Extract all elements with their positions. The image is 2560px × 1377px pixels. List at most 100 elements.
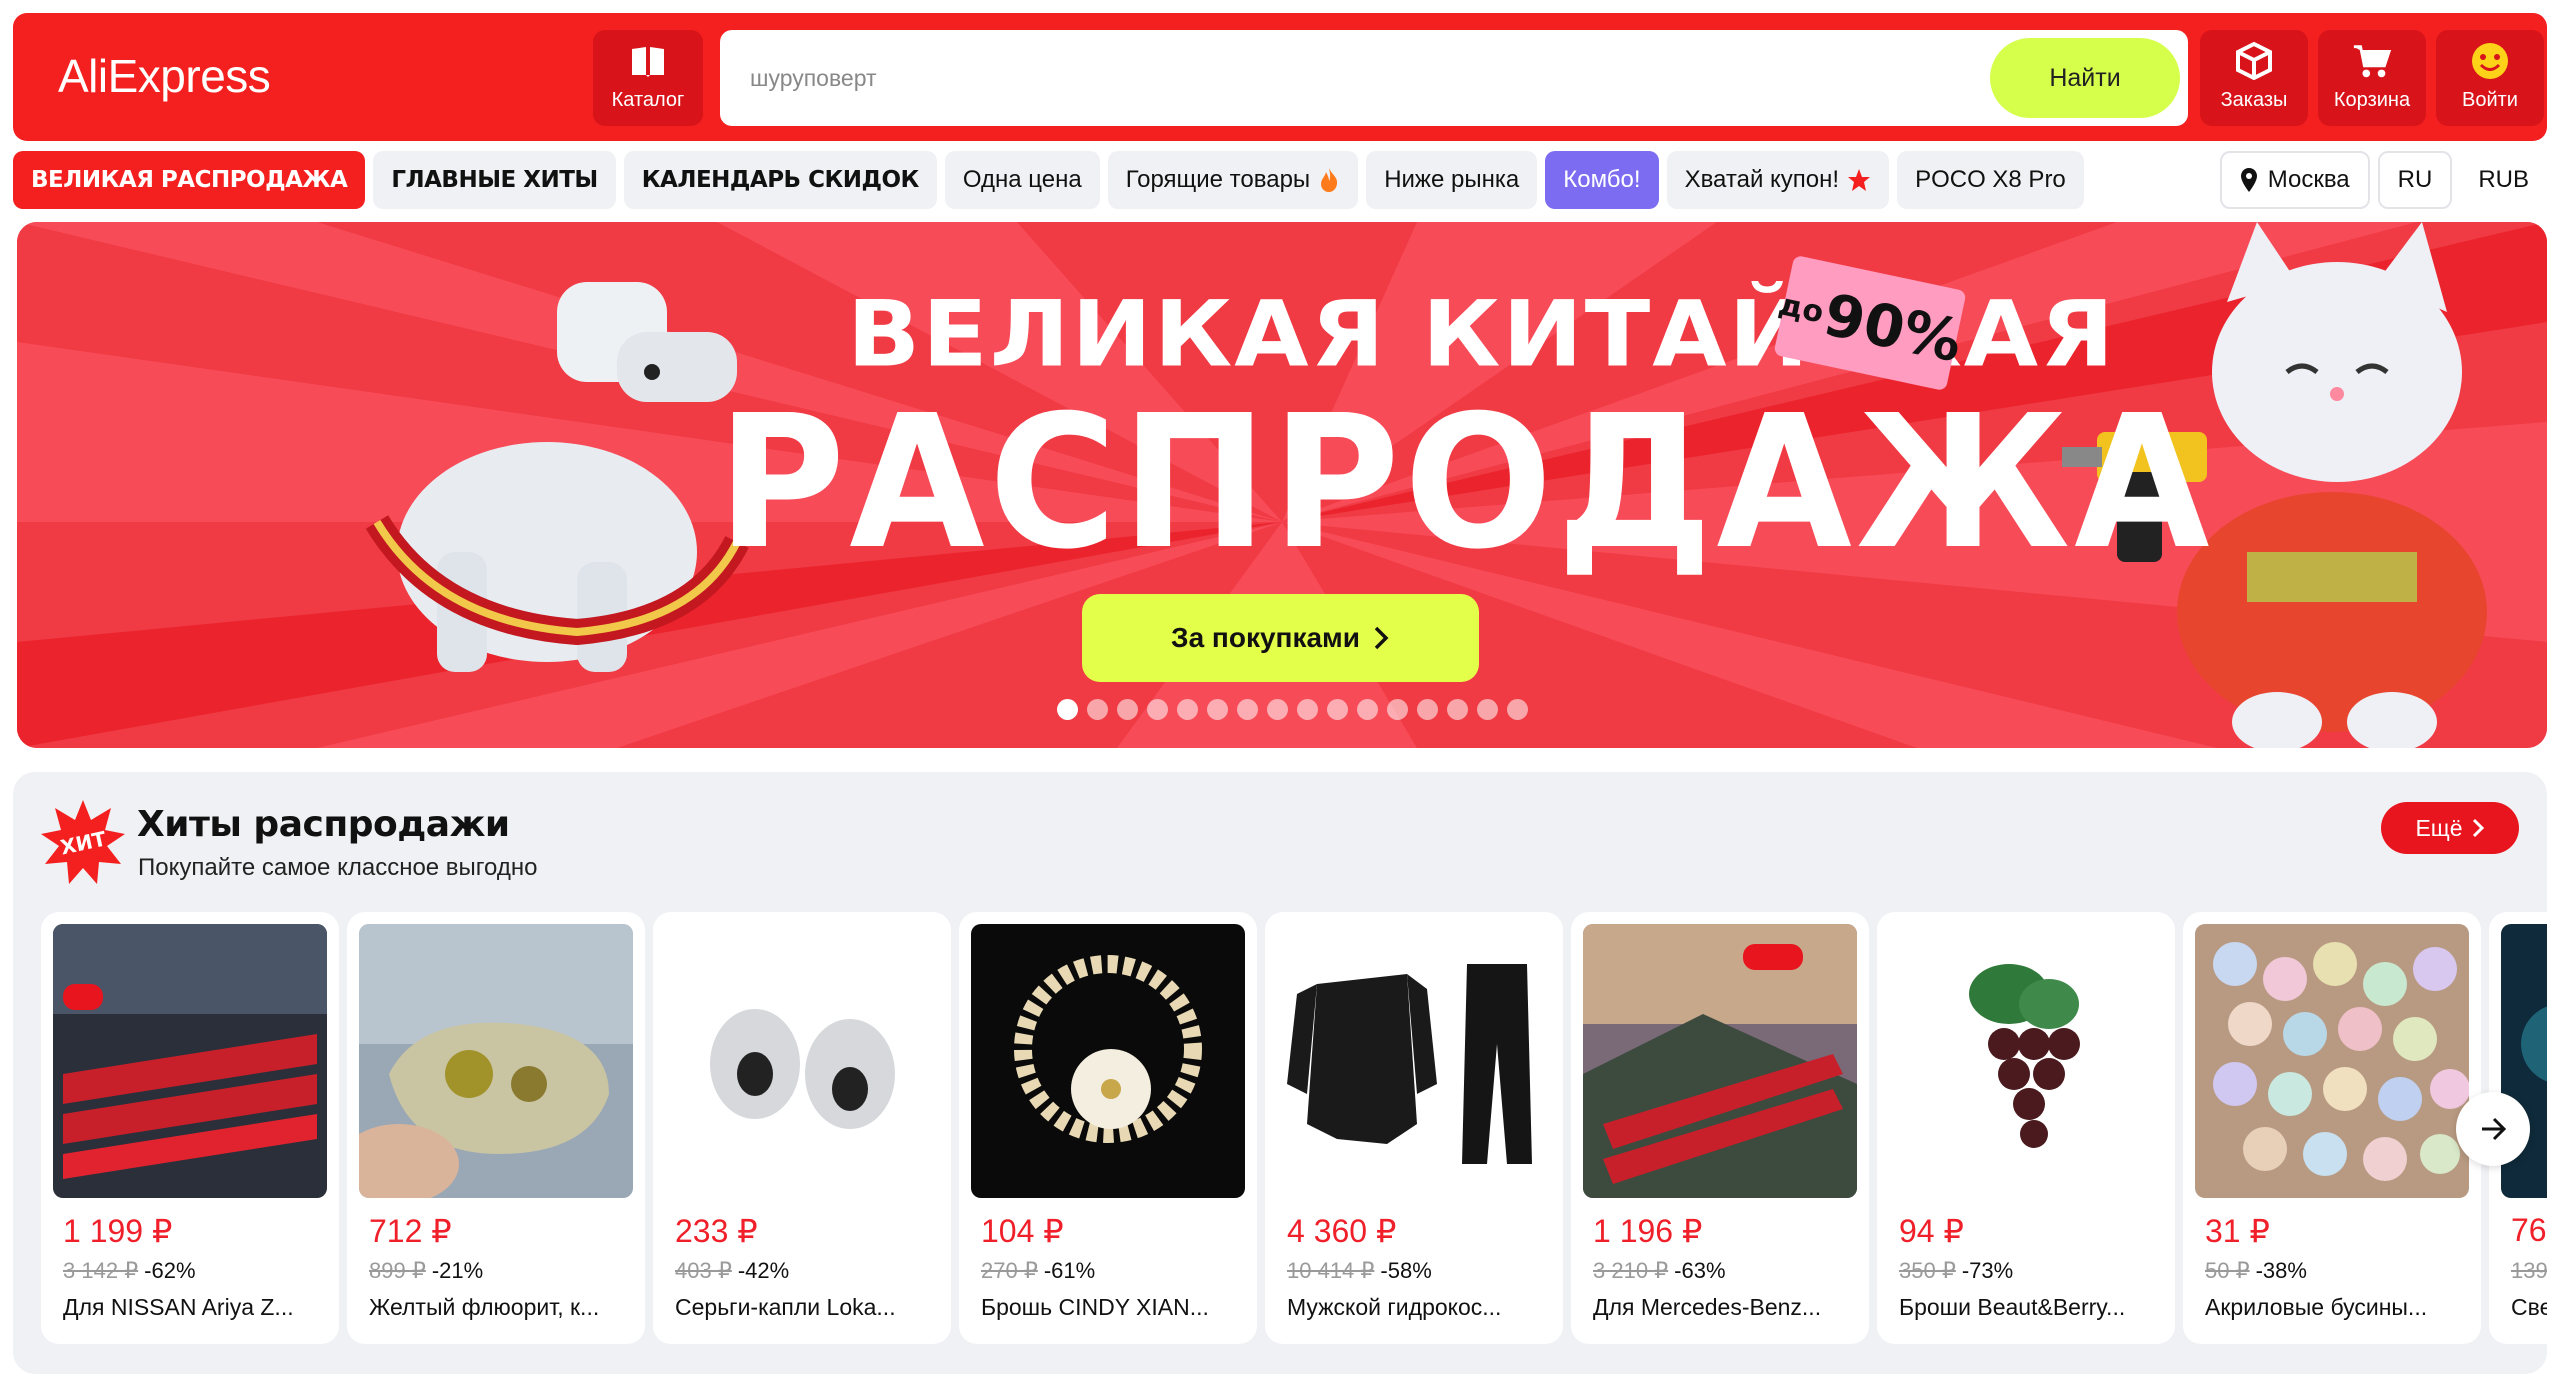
product-image <box>1889 924 2163 1198</box>
product-image <box>971 924 1245 1198</box>
carousel-dot[interactable] <box>1207 699 1228 720</box>
search-bar: Найти <box>720 30 2188 126</box>
carousel-dots <box>1057 699 1528 720</box>
product-price: 712 ₽ <box>369 1213 452 1249</box>
nav-poco[interactable]: POCO X8 Pro <box>1897 151 2084 209</box>
carousel-dot[interactable] <box>1177 699 1198 720</box>
language-selector[interactable]: RU <box>2377 151 2453 209</box>
product-old-price-row: 403 ₽ -42% <box>675 1258 789 1284</box>
product-discount: -38% <box>2255 1258 2307 1283</box>
carousel-dot[interactable] <box>1087 699 1108 720</box>
product-old-price-row: 270 ₽ -61% <box>981 1258 1095 1284</box>
arrow-right-icon <box>2482 1117 2507 1141</box>
shop-now-button[interactable]: За покупками <box>1082 594 1479 682</box>
category-nav: ВЕЛИКАЯ РАСПРОДАЖА ГЛАВНЫЕ ХИТЫ КАЛЕНДАР… <box>13 151 2084 209</box>
product-name: Для Mercedes-Benz... <box>1593 1294 1822 1320</box>
product-price: 1 196 ₽ <box>1593 1213 1703 1249</box>
chevron-right-icon <box>2472 818 2484 838</box>
product-card[interactable]: 4 360 ₽ 10 414 ₽ -58% Мужской гидрокос... <box>1265 912 1563 1344</box>
aliexpress-logo[interactable]: AliExpress <box>58 49 271 103</box>
fire-icon <box>1321 168 1338 192</box>
product-price: 233 ₽ <box>675 1213 758 1249</box>
login-button[interactable]: Войти <box>2436 30 2544 126</box>
search-button[interactable]: Найти <box>1990 38 2180 118</box>
product-discount: -62% <box>144 1258 196 1283</box>
product-discount: -63% <box>1674 1258 1726 1283</box>
nav-discount-calendar[interactable]: КАЛЕНДАРЬ СКИДОК <box>623 151 937 209</box>
city-label: Москва <box>2267 166 2350 193</box>
badge-value: 90% <box>1817 280 1968 376</box>
more-button[interactable]: Ещё <box>2381 802 2519 854</box>
city-selector[interactable]: Москва <box>2219 151 2370 209</box>
carousel-dot[interactable] <box>1147 699 1168 720</box>
product-image <box>53 924 327 1198</box>
nav-grab-coupon[interactable]: Хватай купон! <box>1666 151 1890 209</box>
product-old-price-row: 50 ₽ -38% <box>2205 1258 2307 1284</box>
product-old-price: 50 ₽ <box>2205 1258 2250 1283</box>
product-old-price-row: 3 210 ₽ -63% <box>1593 1258 1726 1284</box>
product-image <box>2195 924 2469 1198</box>
product-old-price: 403 ₽ <box>675 1258 732 1283</box>
carousel-dot[interactable] <box>1357 699 1378 720</box>
nav-main-hits[interactable]: ГЛАВНЫЕ ХИТЫ <box>373 151 616 209</box>
carousel-dot[interactable] <box>1117 699 1138 720</box>
catalog-book-icon <box>628 42 668 80</box>
product-card[interactable]: 31 ₽ 50 ₽ -38% Акриловые бусины... <box>2183 912 2481 1344</box>
carousel-dot[interactable] <box>1237 699 1258 720</box>
login-label: Войти <box>2462 89 2518 111</box>
carousel-dot[interactable] <box>1267 699 1288 720</box>
product-price: 76 <box>2511 1212 2547 1248</box>
search-input[interactable] <box>750 60 1950 96</box>
product-price: 4 360 ₽ <box>1287 1213 1397 1249</box>
product-card[interactable]: 1 196 ₽ 3 210 ₽ -63% Для Mercedes-Benz... <box>1571 912 1869 1344</box>
shop-now-label: За покупками <box>1171 622 1360 653</box>
section-title: Хиты распродажи <box>137 804 510 845</box>
carousel-dot[interactable] <box>1297 699 1318 720</box>
product-card[interactable]: 104 ₽ 270 ₽ -61% Брошь CINDY XIAN... <box>959 912 1257 1344</box>
nav-hot-goods[interactable]: Горящие товары <box>1107 151 1359 209</box>
more-label: Ещё <box>2415 814 2463 841</box>
star-icon <box>1848 169 1871 191</box>
product-old-price: 899 ₽ <box>369 1258 426 1283</box>
product-image <box>1277 924 1551 1198</box>
nav-below-market[interactable]: Ниже рынка <box>1366 151 1538 209</box>
catalog-button[interactable]: Каталог <box>593 30 703 126</box>
cart-label: Корзина <box>2333 89 2411 111</box>
catalog-label: Каталог <box>611 89 685 111</box>
locale-controls: Москва RU RUB <box>2219 151 2547 209</box>
carousel-next-button[interactable] <box>2456 1092 2530 1166</box>
product-card[interactable]: 712 ₽ 899 ₽ -21% Желтый флюорит, к... <box>347 912 645 1344</box>
nav-grab-coupon-label: Хватай купон! <box>1684 166 1840 193</box>
product-image <box>359 924 633 1198</box>
carousel-dot[interactable] <box>1417 699 1438 720</box>
orders-box-icon <box>2234 42 2274 80</box>
product-name: Акриловые бусины... <box>2205 1294 2428 1320</box>
orders-label: Заказы <box>2220 89 2288 111</box>
product-price: 1 199 ₽ <box>63 1213 173 1249</box>
product-carousel: 1 199 ₽ 3 142 ₽ -62% Для NISSAN Ariya Z..… <box>41 912 2547 1344</box>
carousel-dot[interactable] <box>1387 699 1408 720</box>
carousel-dot[interactable] <box>1057 699 1078 720</box>
carousel-dot[interactable] <box>1507 699 1528 720</box>
product-discount: -61% <box>1043 1258 1096 1283</box>
orders-button[interactable]: Заказы <box>2200 30 2308 126</box>
product-name: Серьги-капли Loka... <box>675 1294 896 1320</box>
promo-banner[interactable]: ВЕЛИКАЯ КИТАЙСКАЯ РАСПРОДАЖА до 90% За п… <box>17 222 2547 748</box>
nav-great-sale[interactable]: ВЕЛИКАЯ РАСПРОДАЖА <box>13 151 366 209</box>
nav-combo[interactable]: Комбо! <box>1545 151 1659 209</box>
product-old-price-row: 10 414 ₽ -58% <box>1287 1258 1432 1284</box>
currency-selector[interactable]: RUB <box>2460 151 2547 209</box>
product-card[interactable]: 233 ₽ 403 ₽ -42% Серьги-капли Loka... <box>653 912 951 1344</box>
product-name: Для NISSAN Ariya Z... <box>63 1294 294 1320</box>
cart-button[interactable]: Корзина <box>2318 30 2426 126</box>
product-card[interactable]: 1 199 ₽ 3 142 ₽ -62% Для NISSAN Ariya Z..… <box>41 912 339 1344</box>
carousel-dot[interactable] <box>1477 699 1498 720</box>
product-old-price-row: 899 ₽ -21% <box>369 1258 483 1284</box>
product-card[interactable]: 94 ₽ 350 ₽ -73% Броши Beaut&Berry... <box>1877 912 2175 1344</box>
carousel-dot[interactable] <box>1327 699 1348 720</box>
top-header: AliExpress Каталог Найти Заказы Корзина … <box>13 13 2547 141</box>
sale-hits-section: ХИТ Хиты распродажи Покупайте самое клас… <box>13 772 2547 1374</box>
carousel-dot[interactable] <box>1447 699 1468 720</box>
nav-one-price[interactable]: Одна цена <box>944 151 1100 209</box>
chevron-right-icon <box>1374 626 1389 650</box>
